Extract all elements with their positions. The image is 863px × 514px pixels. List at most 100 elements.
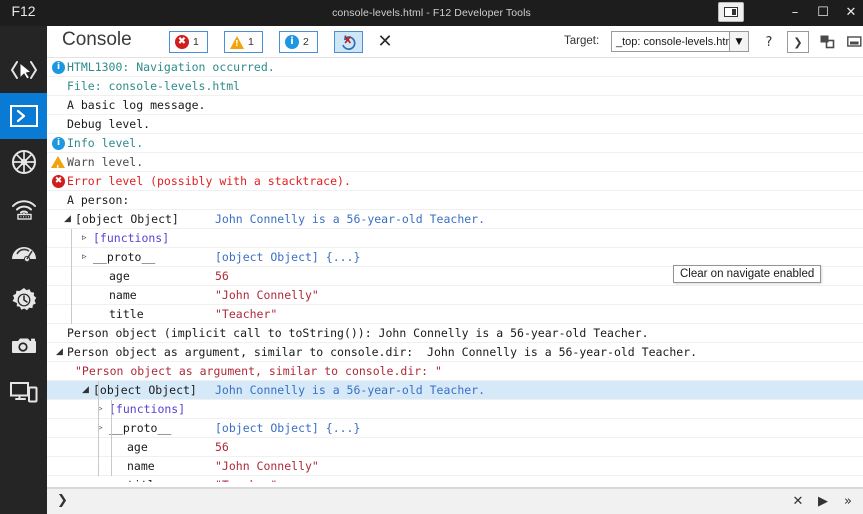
console-line[interactable]: ▹ [functions] [47, 400, 863, 419]
target-select[interactable]: _top: console-levels.htm ▼ [611, 31, 749, 52]
error-filter-button[interactable]: ✖ 1 [169, 31, 208, 53]
console-line[interactable]: age 56 [47, 438, 863, 457]
clear-input-button[interactable]: ✕ [789, 493, 807, 511]
console-line-text: age [109, 269, 130, 283]
console-line-text: __proto__ [93, 250, 156, 264]
console-line[interactable]: "Person object as argument, similar to c… [47, 362, 863, 381]
console-line-text: [functions] [93, 231, 170, 245]
warning-filter-button[interactable]: 1 [224, 31, 263, 53]
sidebar-item-performance[interactable] [0, 231, 47, 277]
camera-icon [11, 338, 36, 353]
info-icon: i [52, 137, 65, 150]
sidebar-item-console[interactable] [0, 93, 47, 139]
info-filter-button[interactable]: i 2 [279, 31, 318, 53]
console-line-text: A basic log message. [67, 98, 206, 112]
console-line-text: title [109, 307, 144, 321]
prompt-icon: ❯ [57, 493, 68, 508]
console-line[interactable]: ✖ Error level (possibly with a stacktrace… [47, 172, 863, 191]
tooltip: Clear on navigate enabled [673, 265, 822, 283]
console-line[interactable]: title "Teacher" [47, 305, 863, 324]
run-script-button[interactable]: ▶ [814, 493, 832, 511]
console-line-text: Person object (implicit call to toString… [67, 326, 649, 340]
console-line-value: 56 [215, 440, 229, 454]
console-icon [9, 105, 38, 127]
console-line-value: "Teacher" [215, 307, 278, 321]
expand-input-button[interactable]: » [839, 493, 857, 511]
expand-triangle-icon[interactable]: ▹ [82, 248, 87, 267]
info-count: 2 [303, 36, 309, 48]
tree-guide-line [71, 229, 72, 324]
target-value: _top: console-levels.htm [616, 35, 729, 48]
console-line-text: Debug level. [67, 117, 151, 131]
console-line-value: [object Object] {...} [215, 421, 361, 435]
page-title: Console [62, 29, 132, 50]
console-line-text: [functions] [109, 402, 186, 416]
console-line-value: John Connelly is a 56-year-old Teacher. [215, 383, 486, 397]
warning-icon [230, 35, 244, 49]
console-line[interactable]: Debug level. [47, 115, 863, 134]
sidebar-item-debugger[interactable] [0, 139, 47, 185]
help-button[interactable]: ? [761, 31, 777, 53]
expand-triangle-icon[interactable]: ▹ [82, 229, 87, 248]
close-button[interactable]: ✕ [834, 0, 863, 26]
collapse-triangle-icon[interactable]: ◢ [64, 210, 71, 229]
console-line-text: File: console-levels.html [67, 79, 241, 93]
minimize-panel-icon [846, 36, 862, 47]
error-icon: ✖ [52, 175, 65, 188]
dock-window-button[interactable] [718, 2, 744, 22]
info-icon: i [285, 35, 299, 49]
console-line[interactable]: i HTML1300: Navigation occurred. [47, 58, 863, 77]
collapse-triangle-icon[interactable]: ◢ [82, 381, 89, 400]
warning-count: 1 [248, 36, 254, 48]
console-line-value: 56 [215, 269, 229, 283]
console-line-text: [object Object] [75, 212, 179, 226]
error-count: 1 [193, 36, 199, 48]
console-line[interactable]: ▹ [functions] [47, 229, 863, 248]
console-line[interactable]: i Info level. [47, 134, 863, 153]
console-line-text: __proto__ [109, 421, 172, 435]
sidebar-item-dom-explorer[interactable] [0, 47, 47, 93]
console-line[interactable]: A person: [47, 191, 863, 210]
chevron-down-icon[interactable]: ▼ [729, 32, 748, 51]
performance-icon [11, 247, 36, 263]
target-label: Target: [564, 35, 600, 47]
console-line[interactable]: ▹ __proto__ [object Object] {...} [47, 419, 863, 438]
tree-guide-line [98, 381, 99, 476]
clear-console-button[interactable]: ✕ [372, 30, 398, 54]
console-line-text: name [109, 288, 137, 302]
tree-guide-line [111, 400, 112, 476]
dock-window-icon [724, 7, 738, 17]
console-line[interactable]: ◢ [object Object] John Connelly is a 56-ye… [47, 381, 863, 400]
console-line-text: Person object as argument, similar to co… [67, 345, 698, 359]
console-line-text: Info level. [67, 136, 144, 150]
console-toolbar: Console ✖ 1 1 i 2 ✕ Target [47, 26, 863, 58]
sidebar-item-memory[interactable] [0, 277, 47, 323]
console-line[interactable]: name "John Connelly" [47, 286, 863, 305]
clear-on-navigate-button[interactable] [334, 31, 363, 53]
dock-icon [820, 35, 834, 49]
console-line[interactable]: Warn level. [47, 153, 863, 178]
sidebar-item-emulation[interactable] [0, 369, 47, 415]
minimize-panel-button[interactable] [844, 31, 863, 53]
console-line[interactable]: A basic log message. [47, 96, 863, 115]
collapse-triangle-icon[interactable]: ◢ [56, 343, 63, 362]
console-line[interactable]: ◢ Person object as argument, similar to c… [47, 343, 863, 362]
console-line-text: Warn level. [67, 155, 144, 169]
console-line[interactable]: ◢ [object Object] John Connelly is a 56-ye… [47, 210, 863, 229]
f12-devtools-window: console-levels.html - F12 Developer Tool… [0, 0, 863, 514]
console-line-value: [object Object] {...} [215, 250, 361, 264]
f12-label: F12 [11, 3, 36, 19]
console-line-text: age [127, 440, 148, 454]
dock-button[interactable] [817, 31, 837, 53]
console-toggle-button[interactable]: ❯ [787, 31, 809, 53]
console-line-text: A person: [67, 193, 130, 207]
sidebar-item-ui-responsiveness[interactable] [0, 323, 47, 369]
network-icon [11, 200, 36, 220]
console-line[interactable]: Person object (implicit call to toString… [47, 324, 863, 343]
console-line[interactable]: name "John Connelly" [47, 457, 863, 476]
sidebar-item-network[interactable] [0, 185, 47, 231]
debugger-icon [11, 150, 36, 174]
console-line[interactable]: File: console-levels.html [47, 77, 863, 96]
console-line-text: name [127, 459, 155, 473]
console-line-value: "John Connelly" [215, 288, 319, 302]
